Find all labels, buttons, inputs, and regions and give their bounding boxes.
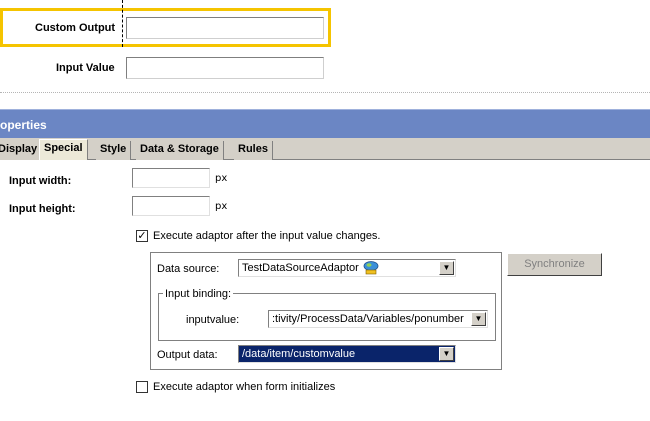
input-height-field[interactable] [132,196,210,216]
properties-tab-bar: Display Special Style Data & Storage Rul… [0,138,650,160]
input-binding-legend: Input binding: [163,288,234,300]
form-canvas: Custom Output Input Value [0,0,650,98]
tab-rules[interactable]: Rules [234,141,273,160]
execute-on-init-checkbox[interactable] [136,381,148,393]
tab-data-storage[interactable]: Data & Storage [136,141,224,160]
input-height-unit: px [215,201,228,212]
data-source-label: Data source: [157,263,220,275]
chevron-down-icon[interactable]: ▼ [439,347,454,361]
canvas-divider [0,92,650,93]
tab-special[interactable]: Special [39,139,88,160]
input-value-input[interactable] [126,57,324,79]
data-source-value: TestDataSourceAdaptor [242,262,359,274]
synchronize-button[interactable]: Synchronize [507,253,602,276]
input-width-label: Input width: [9,175,72,187]
input-width-field[interactable] [132,168,210,188]
output-data-value: /data/item/customvalue [242,348,356,360]
properties-header: operties [0,109,650,138]
field-label-divider [122,0,123,47]
inputvalue-value: :tivity/ProcessData/Variables/ponumber [272,313,464,325]
custom-output-input[interactable] [126,17,324,39]
tab-style[interactable]: Style [96,141,132,160]
chevron-down-icon[interactable]: ▼ [439,261,454,275]
output-data-label: Output data: [157,349,218,361]
input-height-label: Input height: [9,203,76,215]
output-data-dropdown[interactable]: /data/item/customvalue ▼ [238,345,456,363]
inputvalue-label: inputvalue: [186,314,240,326]
execute-on-change-checkbox[interactable]: ✓ [136,230,148,242]
inputvalue-dropdown[interactable]: :tivity/ProcessData/Variables/ponumber ▼ [268,310,488,328]
custom-output-label: Custom Output [35,22,116,34]
input-value-label: Input Value [56,62,115,74]
data-source-adaptor-icon [363,261,379,275]
data-source-dropdown[interactable]: TestDataSourceAdaptor ▼ [238,259,456,277]
properties-title: operties [0,118,47,132]
execute-on-init-label: Execute adaptor when form initializes [153,381,336,393]
execute-on-change-label: Execute adaptor after the input value ch… [153,230,381,242]
input-width-unit: px [215,173,228,184]
chevron-down-icon[interactable]: ▼ [471,312,486,326]
tab-display[interactable]: Display [0,141,43,160]
